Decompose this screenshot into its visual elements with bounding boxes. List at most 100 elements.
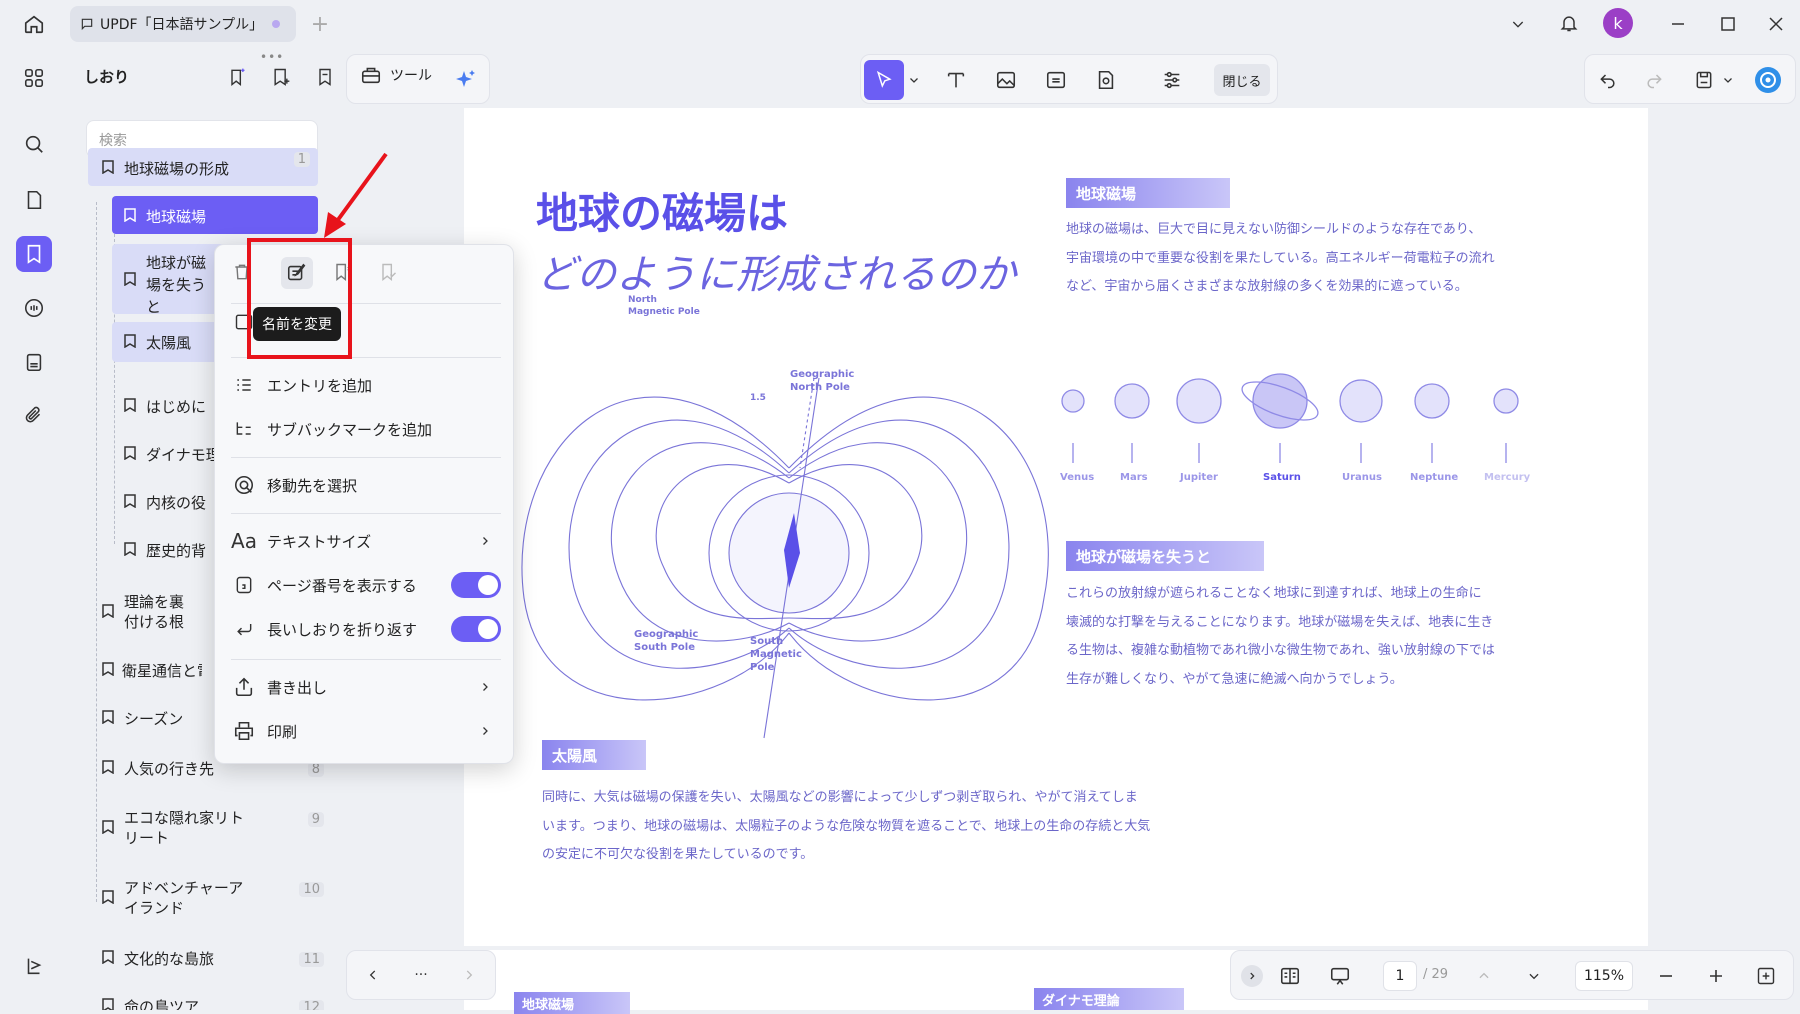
bookmark-item[interactable]: はじめに [124, 396, 206, 417]
bookmark-icon [124, 208, 138, 222]
chevron-up-icon[interactable] [1471, 963, 1497, 989]
bookmark-item[interactable]: 衛星通信と電 [102, 660, 202, 681]
reading-mode-icon[interactable] [1277, 963, 1303, 989]
bookmark-outline-icon[interactable] [310, 62, 340, 92]
drag-handle[interactable]: ••• [260, 50, 284, 64]
chevron-down-icon[interactable] [1718, 62, 1738, 98]
more-icon[interactable]: ··· [409, 963, 433, 987]
bookmark-icon [102, 760, 116, 774]
text-tool-icon[interactable] [938, 62, 974, 98]
zoom-in-icon[interactable] [1703, 963, 1729, 989]
bookmark-item[interactable]: 内核の役 [124, 492, 206, 513]
bookmark-sparkle-icon[interactable] [222, 62, 252, 92]
bookmark-icon [124, 334, 138, 348]
menu-show-page-number[interactable]: ページ番号を表示する [231, 567, 501, 603]
page-nav-right: 1 / 29 115% [1230, 950, 1794, 1000]
select-tool-icon[interactable] [864, 60, 904, 100]
menu-wrap-long-bookmarks[interactable]: 長いしおりを折り返す [231, 611, 501, 647]
bookmark-icon [124, 272, 138, 286]
bookmark-item[interactable]: 文化的な島旅 11 [102, 948, 332, 969]
chevron-right-icon[interactable] [457, 963, 481, 987]
layers-icon[interactable] [16, 948, 52, 984]
new-tab-icon[interactable]: + [306, 10, 334, 38]
tools-button[interactable]: ツール [360, 64, 432, 86]
ai-assistant-icon[interactable] [1750, 62, 1786, 98]
expand-icon[interactable] [1241, 965, 1263, 987]
wrap-icon [231, 619, 257, 639]
chevron-down-icon[interactable] [904, 62, 924, 98]
page-total: / 29 [1423, 967, 1449, 982]
chevron-down-icon[interactable] [1504, 10, 1532, 38]
fit-page-icon[interactable] [1753, 963, 1779, 989]
menu-add-sub-bookmark[interactable]: サブバックマークを追加 [231, 411, 501, 447]
bookmark-item[interactable]: 理論を裏付ける根拠 [102, 592, 192, 632]
attachment-icon[interactable] [16, 398, 52, 434]
bookmark-item[interactable]: 地球磁場の形成 1 [88, 148, 318, 186]
close-edit-button[interactable]: 閉じる [1214, 64, 1270, 96]
bookmark-icon [102, 160, 116, 174]
maximize-icon[interactable] [1714, 10, 1742, 38]
menu-print[interactable]: 印刷 [231, 713, 501, 749]
planet-labels: Venus Mars Jupiter Saturn Uranus Neptune… [1060, 472, 1531, 483]
bell-icon[interactable] [1554, 8, 1584, 38]
check-bookmark-icon[interactable] [373, 257, 403, 287]
bookmark-item[interactable]: シーズン [102, 708, 183, 729]
add-bookmark-icon[interactable] [266, 62, 296, 92]
menu-export[interactable]: 書き出し [231, 669, 501, 705]
show-page-toggle[interactable] [451, 572, 501, 598]
section-paragraph: 同時に、大気は磁場の保護を失い、太陽風などの影響によって少しずつ剥ぎ取られ、やが… [542, 790, 1151, 862]
sub-list-icon [231, 419, 257, 439]
bookmark-icon [102, 662, 114, 676]
bookmark-item-selected[interactable]: 地球磁場 [112, 196, 318, 234]
link-tool-icon[interactable] [1038, 62, 1074, 98]
bookmark-item[interactable]: 命の島ツア 12 [102, 996, 332, 1010]
chevron-left-icon[interactable] [361, 963, 385, 987]
slideshow-icon[interactable] [1327, 963, 1353, 989]
home-icon[interactable] [18, 8, 50, 40]
section-tag: 太陽風 [542, 740, 646, 770]
menu-text-size[interactable]: Aa テキストサイズ [231, 523, 501, 559]
bookmark-icon [102, 710, 116, 724]
page-number-input[interactable]: 1 [1383, 961, 1417, 991]
angle-label: 1.5 [750, 393, 766, 403]
zoom-level[interactable]: 115% [1575, 961, 1633, 991]
label-south-magnetic: South Magnetic Pole [750, 636, 802, 673]
bookmark-item[interactable]: エコな隠れ家リトリート 9 [102, 808, 332, 848]
stamp-icon[interactable] [16, 344, 52, 380]
thumbnails-icon[interactable] [16, 60, 52, 96]
undo-icon[interactable] [1590, 62, 1626, 98]
close-icon[interactable] [1762, 10, 1790, 38]
redo-icon[interactable] [1636, 62, 1672, 98]
page-icon[interactable] [16, 182, 52, 218]
list-add-icon [231, 375, 257, 395]
bookmark-icon [102, 890, 116, 904]
avatar[interactable]: k [1603, 8, 1633, 38]
document-tab[interactable]: UPDF「日本語サンプル」 [70, 6, 296, 42]
main-toolbar: ツール 閉じる [344, 48, 1800, 110]
comment-icon [81, 18, 93, 31]
wrap-toggle[interactable] [451, 616, 501, 642]
bookmark-icon [124, 446, 138, 460]
bookmark-item[interactable]: ダイナモ理 [124, 444, 221, 465]
bookmark-item[interactable]: アドベンチャーアイランド 10 [102, 878, 332, 918]
ai-chat-icon[interactable] [16, 290, 52, 326]
bookmark-item[interactable]: 歴史的背 [124, 540, 206, 561]
ai-sparkle-icon[interactable] [448, 62, 484, 98]
bookmark-icon [102, 604, 116, 618]
bookmark-icon[interactable] [16, 236, 52, 272]
zoom-out-icon[interactable] [1653, 963, 1679, 989]
save-icon[interactable] [1686, 62, 1722, 98]
annotation-arrow-icon [324, 152, 388, 238]
title-bar: UPDF「日本語サンプル」 + k [0, 0, 1800, 48]
toolbox-icon [361, 67, 381, 84]
menu-add-entry[interactable]: エントリを追加 [231, 367, 501, 403]
settings-sliders-icon[interactable] [1154, 62, 1190, 98]
section-tag: 地球が磁場を失うと [1066, 541, 1264, 571]
watermark-tool-icon[interactable] [1088, 62, 1124, 98]
chevron-right-icon [479, 725, 491, 737]
search-icon[interactable] [16, 126, 52, 162]
chevron-down-icon[interactable] [1521, 963, 1547, 989]
image-tool-icon[interactable] [988, 62, 1024, 98]
minimize-icon[interactable] [1664, 10, 1692, 38]
menu-select-destination[interactable]: 移動先を選択 [231, 467, 501, 503]
